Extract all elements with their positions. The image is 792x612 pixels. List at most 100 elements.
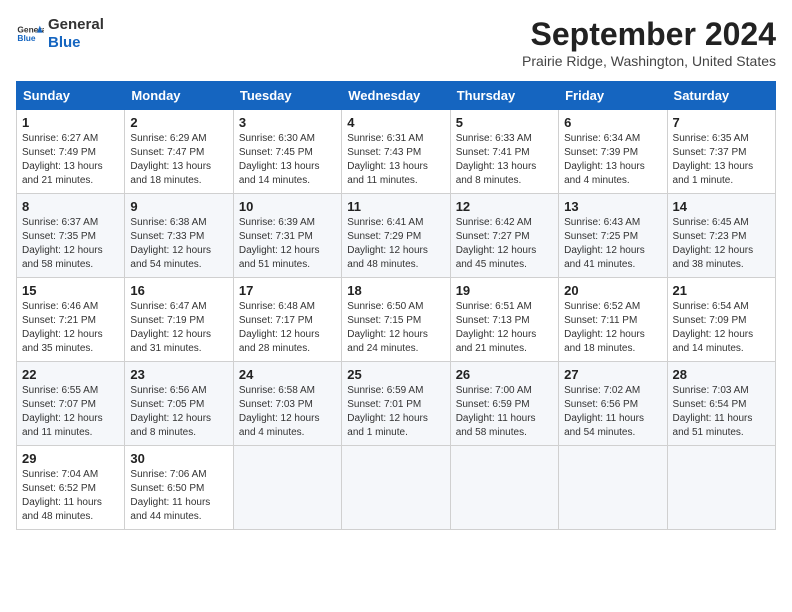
calendar-cell: 9 Sunrise: 6:38 AM Sunset: 7:33 PM Daylig… <box>125 194 233 278</box>
calendar-table: SundayMondayTuesdayWednesdayThursdayFrid… <box>16 81 776 530</box>
calendar-cell: 22Sunrise: 6:55 AM Sunset: 7:07 PM Dayli… <box>17 362 125 446</box>
cell-sun-info: Sunrise: 6:37 AM Sunset: 7:35 PM Dayligh… <box>22 216 119 272</box>
calendar-cell: 19 Sunrise: 6:51 AM Sunset: 7:13 PM Dayli… <box>450 278 558 362</box>
day-number: 23 <box>130 367 227 382</box>
cell-sun-info: Sunrise: 6:29 AM Sunset: 7:47 PM Dayligh… <box>130 132 227 188</box>
logo-line2: Blue <box>48 34 104 52</box>
day-header-saturday: Saturday <box>667 82 775 110</box>
day-number: 20 <box>564 283 661 298</box>
calendar-cell: 3 Sunrise: 6:30 AM Sunset: 7:45 PM Daylig… <box>233 110 341 194</box>
cell-sun-info: Sunrise: 6:34 AM Sunset: 7:39 PM Dayligh… <box>564 132 661 188</box>
day-number: 18 <box>347 283 444 298</box>
cell-sun-info: Sunrise: 7:02 AM Sunset: 6:56 PM Dayligh… <box>564 384 661 440</box>
calendar-cell: 17Sunrise: 6:48 AM Sunset: 7:17 PM Dayli… <box>233 278 341 362</box>
logo-line1: General <box>48 16 104 34</box>
cell-sun-info: Sunrise: 6:27 AM Sunset: 7:49 PM Dayligh… <box>22 132 119 188</box>
calendar-cell <box>559 446 667 530</box>
day-number: 2 <box>130 115 227 130</box>
cell-sun-info: Sunrise: 6:45 AM Sunset: 7:23 PM Dayligh… <box>673 216 770 272</box>
day-number: 8 <box>22 199 119 214</box>
calendar-cell: 12 Sunrise: 6:42 AM Sunset: 7:27 PM Dayli… <box>450 194 558 278</box>
logo-icon: General Blue <box>16 20 44 48</box>
calendar-cell: 8 Sunrise: 6:37 AM Sunset: 7:35 PM Daylig… <box>17 194 125 278</box>
title-area: September 2024 Prairie Ridge, Washington… <box>522 16 776 69</box>
day-number: 1 <box>22 115 119 130</box>
day-number: 14 <box>673 199 770 214</box>
calendar-header-row: SundayMondayTuesdayWednesdayThursdayFrid… <box>17 82 776 110</box>
cell-sun-info: Sunrise: 6:50 AM Sunset: 7:15 PM Dayligh… <box>347 300 444 356</box>
day-header-thursday: Thursday <box>450 82 558 110</box>
calendar-cell: 18 Sunrise: 6:50 AM Sunset: 7:15 PM Dayli… <box>342 278 450 362</box>
cell-sun-info: Sunrise: 7:04 AM Sunset: 6:52 PM Dayligh… <box>22 468 119 524</box>
logo: General Blue General Blue <box>16 16 104 52</box>
cell-sun-info: Sunrise: 6:43 AM Sunset: 7:25 PM Dayligh… <box>564 216 661 272</box>
day-number: 5 <box>456 115 553 130</box>
cell-sun-info: Sunrise: 6:56 AM Sunset: 7:05 PM Dayligh… <box>130 384 227 440</box>
calendar-body: 1 Sunrise: 6:27 AM Sunset: 7:49 PM Daylig… <box>17 110 776 530</box>
cell-sun-info: Sunrise: 7:03 AM Sunset: 6:54 PM Dayligh… <box>673 384 770 440</box>
day-number: 13 <box>564 199 661 214</box>
day-number: 28 <box>673 367 770 382</box>
day-number: 11 <box>347 199 444 214</box>
calendar-cell: 10 Sunrise: 6:39 AM Sunset: 7:31 PM Dayli… <box>233 194 341 278</box>
cell-sun-info: Sunrise: 6:39 AM Sunset: 7:31 PM Dayligh… <box>239 216 336 272</box>
day-header-tuesday: Tuesday <box>233 82 341 110</box>
day-number: 10 <box>239 199 336 214</box>
calendar-cell: 13 Sunrise: 6:43 AM Sunset: 7:25 PM Dayli… <box>559 194 667 278</box>
day-number: 21 <box>673 283 770 298</box>
calendar-cell <box>233 446 341 530</box>
calendar-week-row: 29Sunrise: 7:04 AM Sunset: 6:52 PM Dayli… <box>17 446 776 530</box>
day-number: 19 <box>456 283 553 298</box>
calendar-cell: 5 Sunrise: 6:33 AM Sunset: 7:41 PM Daylig… <box>450 110 558 194</box>
calendar-cell: 25 Sunrise: 6:59 AM Sunset: 7:01 PM Dayli… <box>342 362 450 446</box>
calendar-cell: 6 Sunrise: 6:34 AM Sunset: 7:39 PM Daylig… <box>559 110 667 194</box>
calendar-cell: 16Sunrise: 6:47 AM Sunset: 7:19 PM Dayli… <box>125 278 233 362</box>
calendar-cell: 24Sunrise: 6:58 AM Sunset: 7:03 PM Dayli… <box>233 362 341 446</box>
location-title: Prairie Ridge, Washington, United States <box>522 53 776 69</box>
calendar-week-row: 1 Sunrise: 6:27 AM Sunset: 7:49 PM Daylig… <box>17 110 776 194</box>
day-number: 15 <box>22 283 119 298</box>
cell-sun-info: Sunrise: 6:55 AM Sunset: 7:07 PM Dayligh… <box>22 384 119 440</box>
cell-sun-info: Sunrise: 6:33 AM Sunset: 7:41 PM Dayligh… <box>456 132 553 188</box>
cell-sun-info: Sunrise: 6:38 AM Sunset: 7:33 PM Dayligh… <box>130 216 227 272</box>
calendar-cell: 21Sunrise: 6:54 AM Sunset: 7:09 PM Dayli… <box>667 278 775 362</box>
calendar-cell: 2 Sunrise: 6:29 AM Sunset: 7:47 PM Daylig… <box>125 110 233 194</box>
cell-sun-info: Sunrise: 6:30 AM Sunset: 7:45 PM Dayligh… <box>239 132 336 188</box>
svg-text:Blue: Blue <box>17 33 35 43</box>
cell-sun-info: Sunrise: 6:52 AM Sunset: 7:11 PM Dayligh… <box>564 300 661 356</box>
cell-sun-info: Sunrise: 7:00 AM Sunset: 6:59 PM Dayligh… <box>456 384 553 440</box>
calendar-cell: 23 Sunrise: 6:56 AM Sunset: 7:05 PM Dayli… <box>125 362 233 446</box>
day-header-wednesday: Wednesday <box>342 82 450 110</box>
calendar-cell: 29Sunrise: 7:04 AM Sunset: 6:52 PM Dayli… <box>17 446 125 530</box>
calendar-cell: 14 Sunrise: 6:45 AM Sunset: 7:23 PM Dayli… <box>667 194 775 278</box>
calendar-cell: 20 Sunrise: 6:52 AM Sunset: 7:11 PM Dayli… <box>559 278 667 362</box>
calendar-week-row: 8 Sunrise: 6:37 AM Sunset: 7:35 PM Daylig… <box>17 194 776 278</box>
calendar-cell <box>342 446 450 530</box>
cell-sun-info: Sunrise: 6:42 AM Sunset: 7:27 PM Dayligh… <box>456 216 553 272</box>
calendar-cell: 30Sunrise: 7:06 AM Sunset: 6:50 PM Dayli… <box>125 446 233 530</box>
calendar-cell: 1 Sunrise: 6:27 AM Sunset: 7:49 PM Daylig… <box>17 110 125 194</box>
day-number: 6 <box>564 115 661 130</box>
day-number: 12 <box>456 199 553 214</box>
calendar-cell: 4Sunrise: 6:31 AM Sunset: 7:43 PM Daylig… <box>342 110 450 194</box>
month-title: September 2024 <box>522 16 776 53</box>
calendar-cell <box>667 446 775 530</box>
day-number: 17 <box>239 283 336 298</box>
cell-sun-info: Sunrise: 6:46 AM Sunset: 7:21 PM Dayligh… <box>22 300 119 356</box>
day-number: 24 <box>239 367 336 382</box>
header: General Blue General Blue September 2024… <box>16 16 776 69</box>
day-number: 9 <box>130 199 227 214</box>
cell-sun-info: Sunrise: 6:35 AM Sunset: 7:37 PM Dayligh… <box>673 132 770 188</box>
day-number: 4 <box>347 115 444 130</box>
day-number: 25 <box>347 367 444 382</box>
day-header-sunday: Sunday <box>17 82 125 110</box>
cell-sun-info: Sunrise: 6:51 AM Sunset: 7:13 PM Dayligh… <box>456 300 553 356</box>
calendar-cell: 28 Sunrise: 7:03 AM Sunset: 6:54 PM Dayli… <box>667 362 775 446</box>
calendar-cell <box>450 446 558 530</box>
calendar-cell: 7Sunrise: 6:35 AM Sunset: 7:37 PM Daylig… <box>667 110 775 194</box>
calendar-cell: 11Sunrise: 6:41 AM Sunset: 7:29 PM Dayli… <box>342 194 450 278</box>
calendar-cell: 26Sunrise: 7:00 AM Sunset: 6:59 PM Dayli… <box>450 362 558 446</box>
cell-sun-info: Sunrise: 6:59 AM Sunset: 7:01 PM Dayligh… <box>347 384 444 440</box>
cell-sun-info: Sunrise: 6:47 AM Sunset: 7:19 PM Dayligh… <box>130 300 227 356</box>
day-number: 3 <box>239 115 336 130</box>
